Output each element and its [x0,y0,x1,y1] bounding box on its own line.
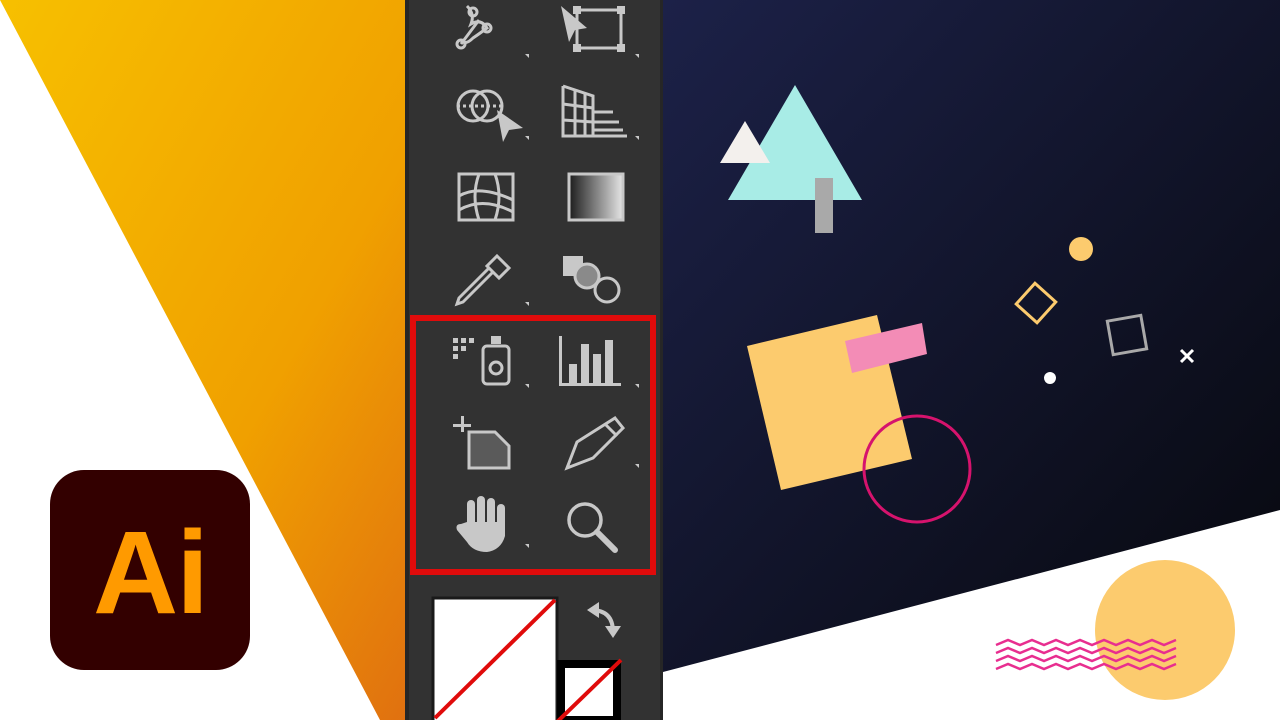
mesh-icon [457,172,515,222]
illustrator-logo: Ai [50,470,250,670]
gray-trunk [815,178,833,233]
gradient-icon [567,172,625,222]
puppet-warp-icon [455,4,529,58]
stroke-swatch[interactable] [556,658,623,720]
fill-stroke-swatches [431,596,623,720]
perspective-grid-icon [561,84,639,140]
fill-swatch[interactable] [431,596,559,720]
highlighted-tools-frame [410,315,656,575]
perspective-grid-tool[interactable] [549,82,649,162]
mesh-tool[interactable] [439,166,539,246]
free-transform-icon [561,6,639,58]
free-transform-tool[interactable] [549,0,649,80]
logo-text: Ai [93,507,209,639]
white-dot [1044,372,1056,384]
sun-circle [1095,560,1235,700]
gradient-tool[interactable] [549,166,649,246]
puppet-warp-tool[interactable] [439,0,539,80]
shape-builder-tool[interactable] [439,82,539,162]
canvas-artwork [663,0,1280,700]
orange-dot [1069,237,1093,261]
shape-builder-icon [456,89,529,142]
swap-arrow-icon[interactable] [587,602,621,638]
